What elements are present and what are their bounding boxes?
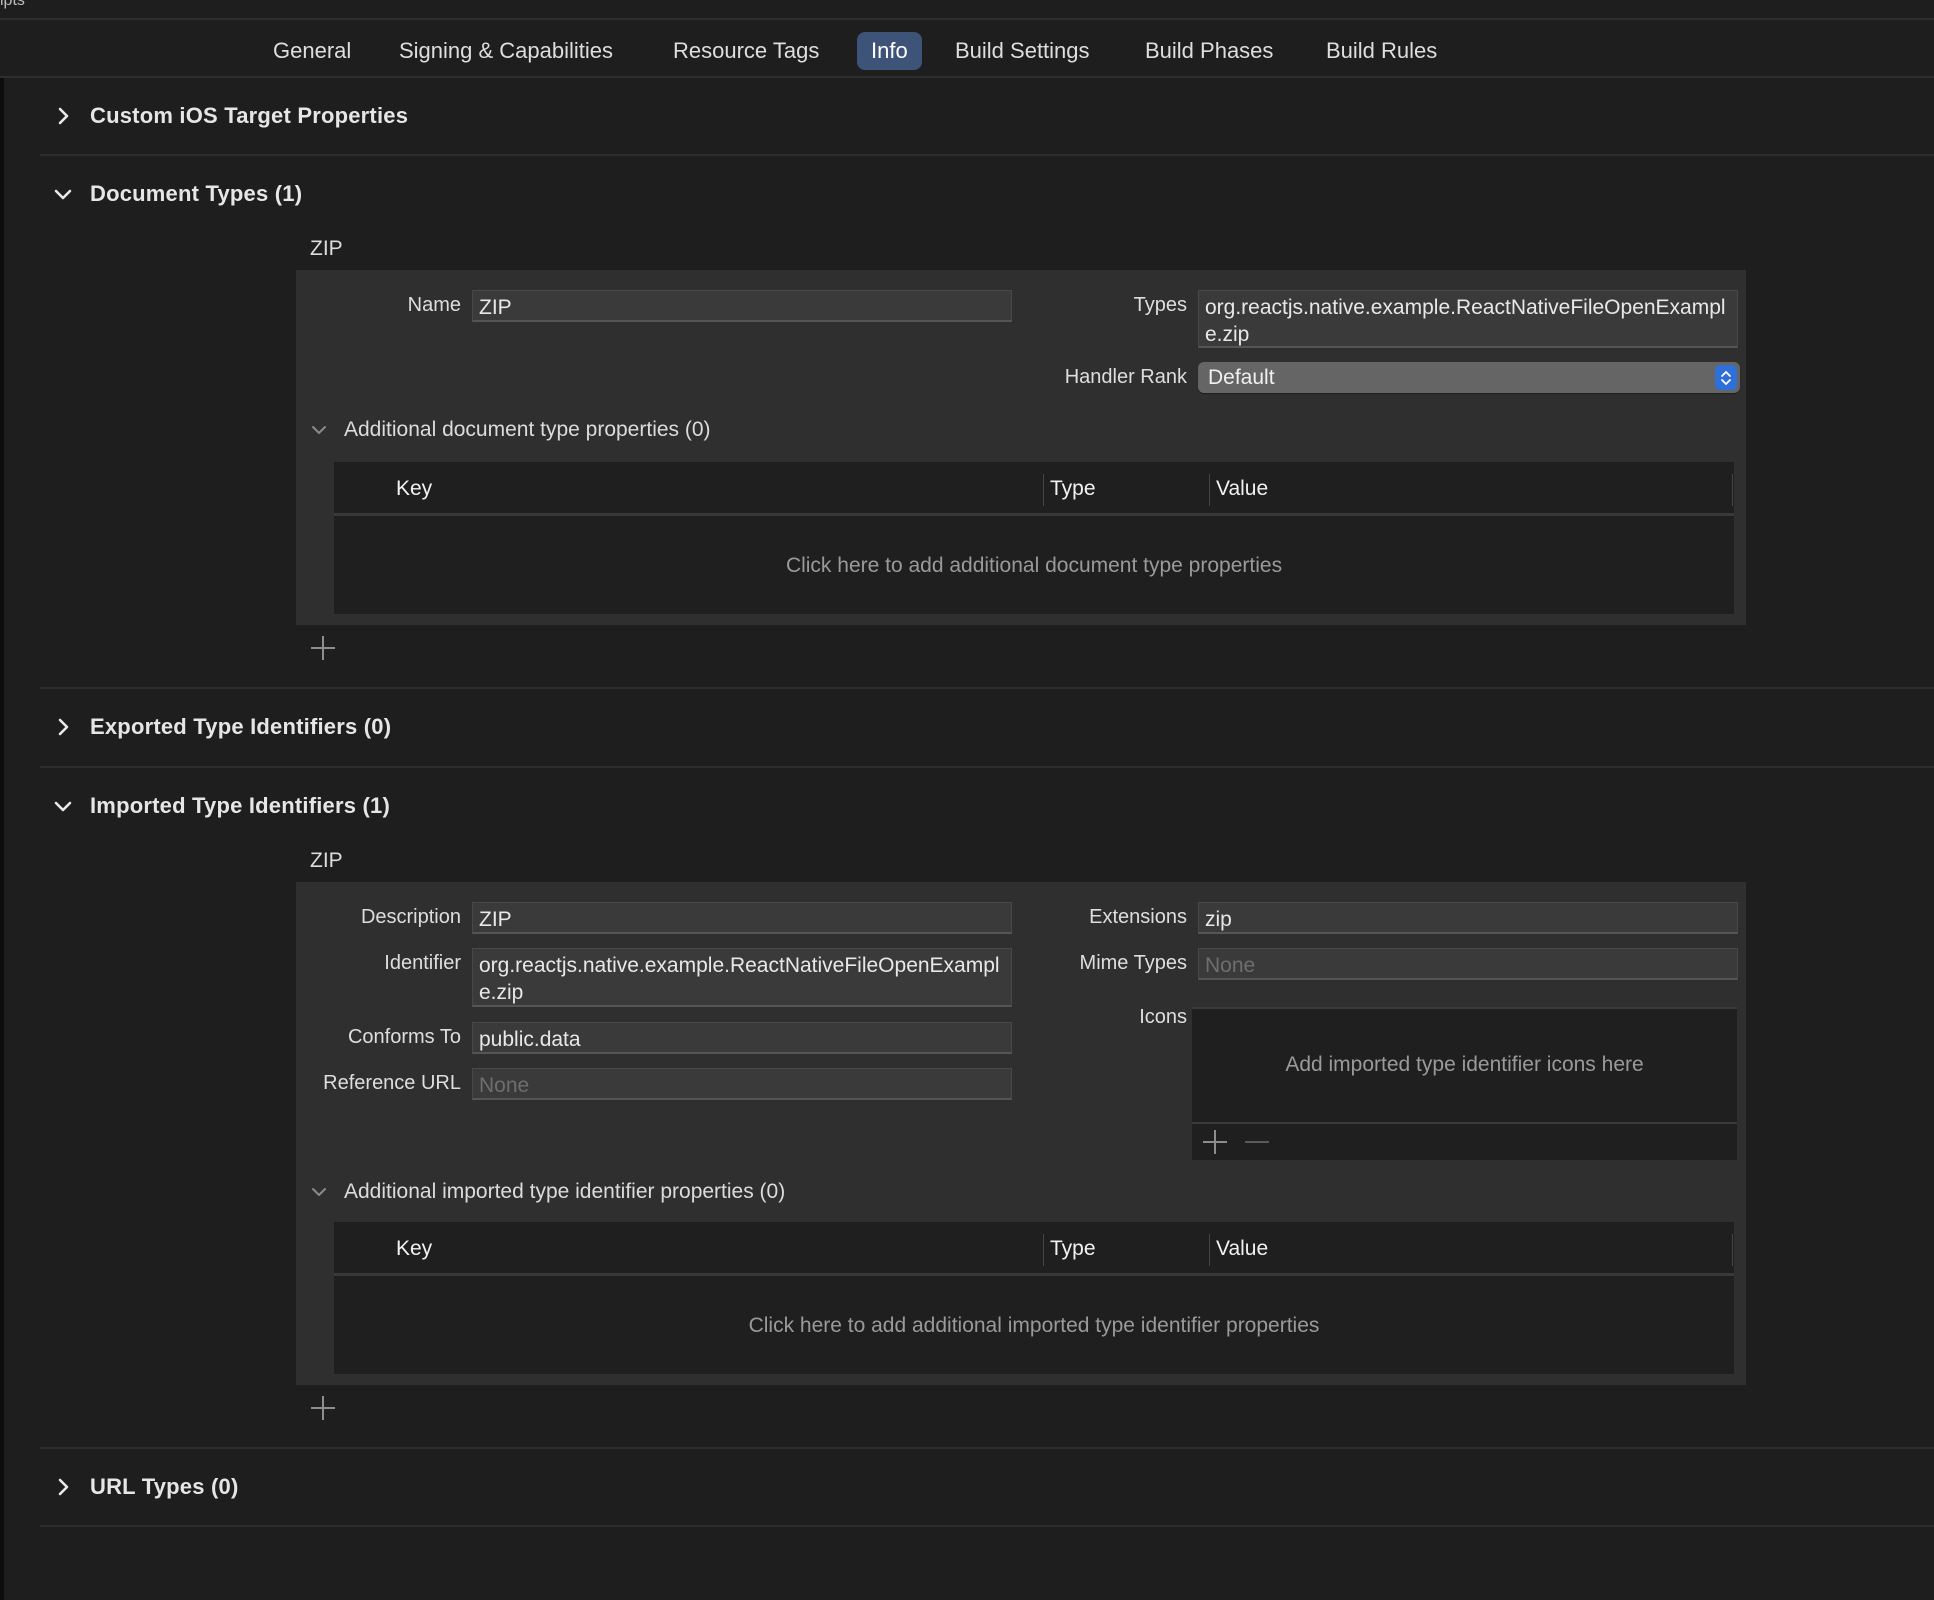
section-document-types[interactable]: Document Types (1): [50, 174, 302, 214]
section-divider: [40, 1447, 1934, 1449]
reference-url-field[interactable]: None: [472, 1068, 1012, 1100]
plus-icon: [1203, 1130, 1227, 1154]
conforms-to-field[interactable]: public.data: [472, 1022, 1012, 1054]
chevron-down-icon: [50, 793, 76, 819]
add-imported-properties-placeholder[interactable]: Click here to add additional imported ty…: [334, 1314, 1734, 1338]
section-url-types[interactable]: URL Types (0): [50, 1467, 238, 1507]
tab-signing-capabilities[interactable]: Signing & Capabilities: [385, 32, 627, 70]
document-type-heading: ZIP: [310, 237, 343, 260]
additional-properties-title: Additional imported type identifier prop…: [344, 1180, 786, 1203]
remove-icon-button[interactable]: [1244, 1129, 1270, 1160]
column-separator[interactable]: [1732, 1234, 1733, 1266]
chevron-down-icon: [50, 181, 76, 207]
mime-types-label: Mime Types: [1079, 952, 1187, 974]
chevron-down-icon: [308, 1181, 330, 1203]
name-field[interactable]: ZIP: [472, 290, 1012, 322]
plus-icon: [309, 634, 337, 667]
extensions-field[interactable]: zip: [1198, 902, 1738, 934]
section-imported-type-identifiers[interactable]: Imported Type Identifiers (1): [50, 786, 390, 826]
identifier-field[interactable]: org.reactjs.native.example.ReactNativeFi…: [472, 948, 1012, 1007]
chevron-down-icon: [308, 419, 330, 441]
tab-build-phases[interactable]: Build Phases: [1131, 32, 1287, 70]
chevron-right-icon: [50, 103, 76, 129]
icons-toolbar: [1192, 1122, 1737, 1160]
handler-rank-value: Default: [1208, 366, 1275, 389]
icons-placeholder: Add imported type identifier icons here: [1285, 1053, 1644, 1076]
section-title: URL Types (0): [90, 1474, 239, 1499]
handler-rank-label: Handler Rank: [1064, 366, 1187, 388]
types-field[interactable]: org.reactjs.native.example.ReactNativeFi…: [1198, 290, 1738, 348]
column-separator[interactable]: [1043, 1234, 1044, 1266]
tab-build-settings[interactable]: Build Settings: [941, 32, 1104, 70]
section-title: Exported Type Identifiers (0): [90, 714, 392, 739]
additional-properties-title: Additional document type properties (0): [344, 418, 711, 441]
identifier-label: Identifier: [384, 952, 461, 974]
section-title: Custom iOS Target Properties: [90, 103, 409, 128]
document-properties-table: Key Type Value Click here to add additio…: [334, 462, 1734, 614]
add-icon-button[interactable]: [1202, 1129, 1228, 1160]
description-field[interactable]: ZIP: [472, 902, 1012, 934]
add-document-type-button[interactable]: [308, 635, 338, 665]
stepper-icon: [1715, 365, 1737, 390]
column-value[interactable]: Value: [1216, 1222, 1268, 1276]
table-header: Key Type Value: [334, 1222, 1734, 1276]
left-border: [0, 78, 4, 1600]
column-separator[interactable]: [1209, 474, 1210, 506]
section-divider: [40, 1525, 1934, 1527]
column-type[interactable]: Type: [1050, 462, 1096, 516]
conforms-to-label: Conforms To: [347, 1026, 461, 1048]
imported-properties-table: Key Type Value Click here to add additio…: [334, 1222, 1734, 1374]
icons-label: Icons: [1139, 1006, 1187, 1028]
tab-general[interactable]: General: [259, 32, 365, 70]
column-value[interactable]: Value: [1216, 462, 1268, 516]
tab-info[interactable]: Info: [857, 32, 922, 70]
mime-types-field[interactable]: None: [1198, 948, 1738, 980]
column-key[interactable]: Key: [396, 1222, 432, 1276]
section-title: Imported Type Identifiers (1): [90, 793, 390, 818]
section-title: Document Types (1): [90, 181, 303, 206]
column-key[interactable]: Key: [396, 462, 432, 516]
info-editor: ipts General Signing & Capabilities Reso…: [0, 0, 1934, 1600]
extensions-label: Extensions: [1089, 906, 1187, 928]
chevron-right-icon: [50, 1474, 76, 1500]
section-divider: [40, 687, 1934, 689]
types-label: Types: [1133, 294, 1187, 316]
reference-url-label: Reference URL: [323, 1072, 461, 1094]
minus-icon: [1245, 1141, 1269, 1143]
section-divider: [40, 154, 1934, 156]
description-label: Description: [360, 906, 461, 928]
tab-bar: General Signing & Capabilities Resource …: [0, 20, 1934, 78]
column-separator[interactable]: [1043, 474, 1044, 506]
handler-rank-select[interactable]: Default: [1198, 362, 1740, 393]
table-header: Key Type Value: [334, 462, 1734, 516]
additional-imported-properties-toggle[interactable]: Additional imported type identifier prop…: [308, 1180, 785, 1204]
plus-icon: [309, 1394, 337, 1427]
add-imported-type-button[interactable]: [308, 1395, 338, 1425]
icons-well[interactable]: Add imported type identifier icons here: [1192, 1007, 1737, 1160]
tab-build-rules[interactable]: Build Rules: [1312, 32, 1451, 70]
additional-document-properties-toggle[interactable]: Additional document type properties (0): [308, 418, 711, 442]
name-label: Name: [407, 294, 461, 316]
section-custom-ios-target-properties[interactable]: Custom iOS Target Properties: [50, 96, 408, 136]
column-separator[interactable]: [1732, 474, 1733, 506]
column-type[interactable]: Type: [1050, 1222, 1096, 1276]
top-strip-text: ipts: [0, 0, 25, 9]
tab-resource-tags[interactable]: Resource Tags: [659, 32, 833, 70]
top-strip: ipts: [0, 0, 1934, 20]
imported-type-heading: ZIP: [310, 849, 343, 872]
section-divider: [40, 766, 1934, 768]
add-document-properties-placeholder[interactable]: Click here to add additional document ty…: [334, 554, 1734, 578]
section-exported-type-identifiers[interactable]: Exported Type Identifiers (0): [50, 707, 391, 747]
document-type-panel: Name ZIP Types org.reactjs.native.exampl…: [296, 270, 1746, 625]
imported-type-panel: Description ZIP Identifier org.reactjs.n…: [296, 882, 1746, 1385]
chevron-right-icon: [50, 714, 76, 740]
column-separator[interactable]: [1209, 1234, 1210, 1266]
